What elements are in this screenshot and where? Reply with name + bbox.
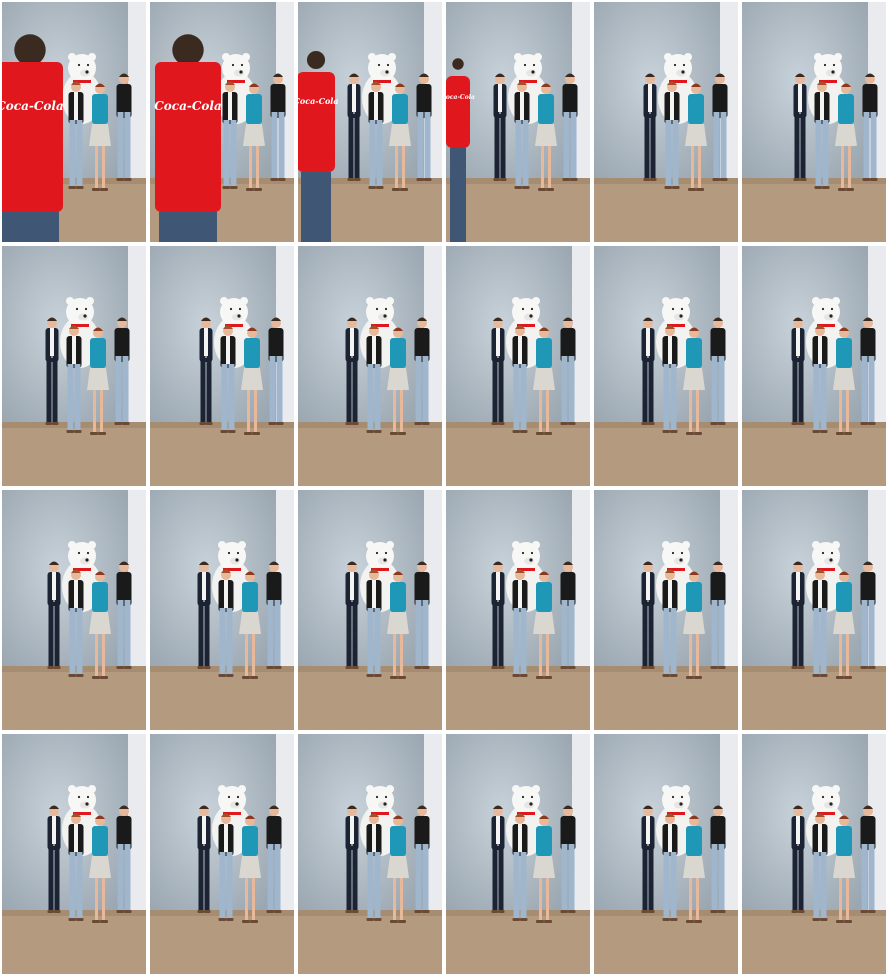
photo-backdrop: [742, 246, 868, 424]
frame-scene: [150, 490, 294, 730]
frame-scene: [2, 490, 146, 730]
jeans: [2, 212, 59, 242]
head: [306, 50, 326, 70]
video-frame-thumbnail: [742, 2, 886, 242]
jeans: [450, 148, 466, 242]
frame-scene: [2, 734, 146, 974]
frame-scene: [594, 2, 738, 242]
coca-cola-logo-text: Coca-Cola: [446, 94, 475, 101]
frame-scene: [446, 490, 590, 730]
red-shirt: [155, 62, 221, 212]
frame-scene: [742, 2, 886, 242]
frame-scene: Coca-Cola: [2, 2, 146, 242]
coca-cola-shirt-person: Coca-Cola: [154, 34, 222, 242]
frame-scene: Coca-Cola: [298, 2, 442, 242]
frame-scene: [298, 490, 442, 730]
frame-scene: [594, 734, 738, 974]
video-frame-thumbnail: [742, 734, 886, 974]
frame-scene: [446, 734, 590, 974]
video-frame-thumbnail: [594, 246, 738, 486]
video-frame-thumbnail: [2, 490, 146, 730]
video-frame-thumbnail: [594, 2, 738, 242]
frame-scene: [446, 246, 590, 486]
contact-sheet-grid: Coca-Cola Coca-Cola Coca-Cola Coca-Cola: [2, 2, 886, 974]
frame-scene: [594, 490, 738, 730]
video-frame-thumbnail: [150, 734, 294, 974]
frame-scene: [742, 734, 886, 974]
red-shirt: [446, 76, 470, 148]
photo-backdrop: [594, 2, 720, 180]
head: [172, 34, 204, 66]
frame-scene: [594, 246, 738, 486]
video-frame-thumbnail: Coca-Cola: [2, 2, 146, 242]
head: [452, 58, 464, 70]
video-frame-thumbnail: [742, 246, 886, 486]
video-frame-thumbnail: [2, 246, 146, 486]
frame-scene: [298, 734, 442, 974]
frame-scene: [2, 246, 146, 486]
frame-scene: [298, 246, 442, 486]
red-shirt: [2, 62, 63, 212]
coca-cola-shirt-person: Coca-Cola: [2, 34, 64, 242]
video-frame-thumbnail: [298, 246, 442, 486]
video-frame-thumbnail: [594, 490, 738, 730]
video-frame-thumbnail: [150, 246, 294, 486]
video-frame-thumbnail: [2, 734, 146, 974]
coca-cola-logo-text: Coca-Cola: [154, 99, 222, 113]
frame-scene: [150, 246, 294, 486]
video-frame-thumbnail: Coca-Cola: [298, 2, 442, 242]
coca-cola-logo-text: Coca-Cola: [2, 99, 64, 113]
red-shirt: [298, 72, 335, 172]
video-frame-thumbnail: [446, 734, 590, 974]
photo-backdrop: [150, 246, 276, 424]
frame-scene: [742, 490, 886, 730]
head: [14, 34, 46, 66]
jeans: [301, 172, 331, 242]
coca-cola-logo-text: Coca-Cola: [298, 96, 339, 106]
video-frame-thumbnail: [446, 490, 590, 730]
video-frame-thumbnail: [446, 246, 590, 486]
floor: [742, 178, 886, 242]
video-frame-thumbnail: [150, 490, 294, 730]
frame-scene: Coca-Cola: [446, 2, 590, 242]
video-frame-thumbnail: Coca-Cola: [150, 2, 294, 242]
video-frame-thumbnail: [594, 734, 738, 974]
frame-scene: [150, 734, 294, 974]
photo-backdrop: [742, 734, 868, 912]
frame-scene: [742, 246, 886, 486]
video-frame-thumbnail: [742, 490, 886, 730]
photo-backdrop: [742, 490, 868, 668]
video-frame-thumbnail: [298, 734, 442, 974]
video-frame-thumbnail: [298, 490, 442, 730]
video-frame-thumbnail: Coca-Cola: [446, 2, 590, 242]
frame-scene: Coca-Cola: [150, 2, 294, 242]
jeans: [159, 212, 217, 242]
